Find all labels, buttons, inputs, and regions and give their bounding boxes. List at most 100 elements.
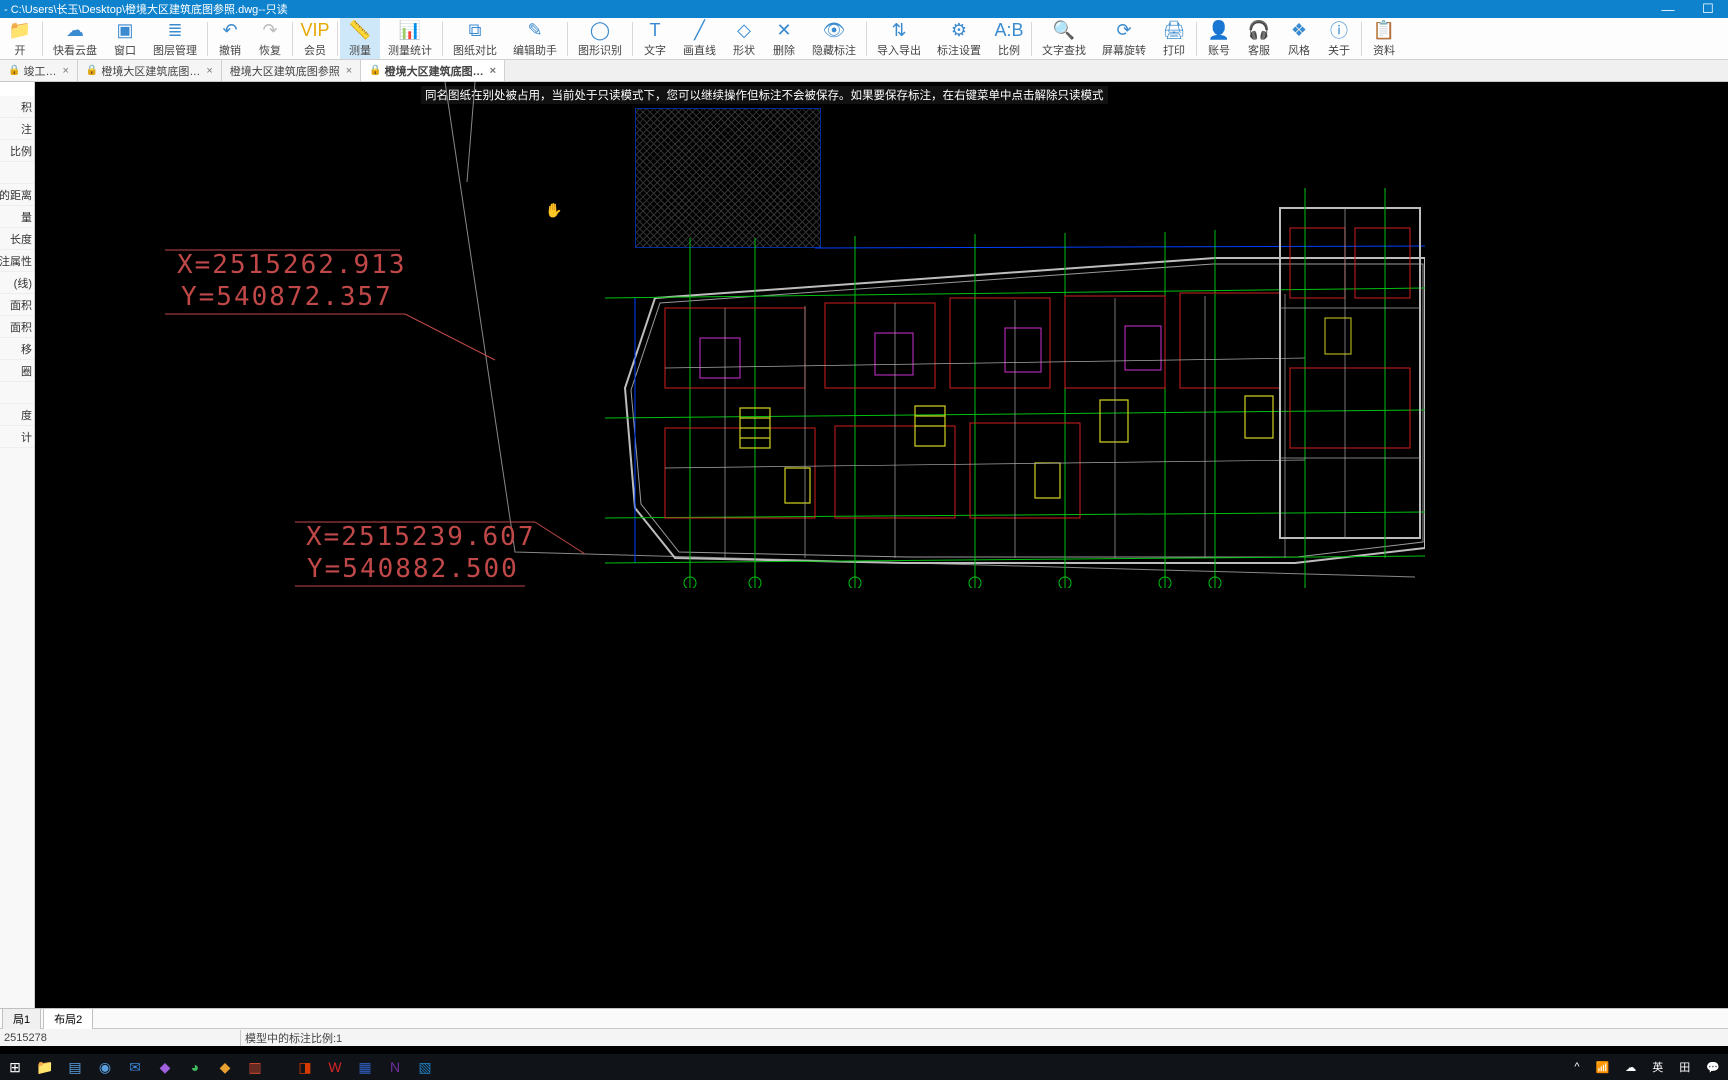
tool-label: 测量 xyxy=(349,42,371,58)
tb-onenote-icon[interactable]: ◆ xyxy=(150,1054,180,1080)
side-tool-1[interactable]: 注 xyxy=(0,118,34,140)
side-tool-14[interactable]: 度 xyxy=(0,404,34,426)
tool-undo[interactable]: ↶撤销 xyxy=(210,18,250,59)
tool-text[interactable]: T文字 xyxy=(635,18,675,59)
doc-tab-2[interactable]: 橙境大区建筑底图参照× xyxy=(222,60,361,81)
side-tool-15[interactable]: 计 xyxy=(0,426,34,448)
hide-annot-icon: 👁 xyxy=(823,19,845,41)
tb-wps-icon[interactable]: W xyxy=(320,1054,350,1080)
compare-icon: ⧉ xyxy=(464,19,486,41)
tb-app6-icon[interactable]: ▧ xyxy=(410,1054,440,1080)
tool-line[interactable]: ╱画直线 xyxy=(675,18,724,59)
lock-icon: 🔒 xyxy=(8,65,20,76)
side-tool-13[interactable] xyxy=(0,382,34,404)
side-tool-8[interactable]: (线) xyxy=(0,272,34,294)
tool-print[interactable]: 🖨打印 xyxy=(1154,18,1194,59)
tool-window[interactable]: ▣窗口 xyxy=(105,18,145,59)
toolbar: 📁开☁快看云盘▣窗口≣图层管理↶撤销↷恢复VIP会员📏测量📊测量统计⧉图纸对比✎… xyxy=(0,18,1728,60)
tool-label: 标注设置 xyxy=(937,42,981,58)
tool-material[interactable]: 📋资料 xyxy=(1364,18,1404,59)
side-tool-6[interactable]: 长度 xyxy=(0,228,34,250)
title-bar: - C:\Users\长玉\Desktop\橙境大区建筑底图参照.dwg--只读… xyxy=(0,0,1728,18)
tool-hide-annot[interactable]: 👁隐藏标注 xyxy=(804,18,864,59)
tray-wifi-icon[interactable]: 📶 xyxy=(1588,1061,1618,1074)
tool-screen-rotate[interactable]: ⟳屏幕旋转 xyxy=(1094,18,1154,59)
status-scale: 模型中的标注比例:1 xyxy=(240,1030,342,1046)
tb-app4-icon[interactable]: ▦ xyxy=(350,1054,380,1080)
tb-mail-icon[interactable]: ✉ xyxy=(120,1054,150,1080)
status-coordinate: 2515278 xyxy=(0,1032,240,1044)
tb-app1-icon[interactable]: ▤ xyxy=(60,1054,90,1080)
tray-grid[interactable]: 田 xyxy=(1671,1059,1698,1075)
tool-about[interactable]: ⓘ关于 xyxy=(1319,18,1359,59)
tool-delete[interactable]: ✕删除 xyxy=(764,18,804,59)
side-tool-3[interactable] xyxy=(0,162,34,184)
side-tool-12[interactable]: 圈 xyxy=(0,360,34,382)
tool-annot-settings[interactable]: ⚙标注设置 xyxy=(929,18,989,59)
side-tool-10[interactable]: 面积 xyxy=(0,316,34,338)
tool-cloud[interactable]: ☁快看云盘 xyxy=(45,18,105,59)
maximize-button[interactable]: ☐ xyxy=(1688,1,1728,17)
tray-up-icon[interactable]: ^ xyxy=(1566,1061,1587,1073)
tool-import-export[interactable]: ⇅导入导出 xyxy=(869,18,929,59)
close-icon[interactable]: × xyxy=(346,65,352,77)
tb-app3-icon[interactable]: ▥ xyxy=(240,1054,270,1080)
tool-label: 开 xyxy=(15,42,26,58)
side-tool-7[interactable]: 注属性 xyxy=(0,250,34,272)
tool-text-search[interactable]: 🔍文字查找 xyxy=(1034,18,1094,59)
tool-shape[interactable]: ◇形状 xyxy=(724,18,764,59)
close-icon[interactable]: × xyxy=(490,65,496,77)
status-bar: 2515278 模型中的标注比例:1 xyxy=(0,1028,1728,1046)
tool-style[interactable]: ❖风格 xyxy=(1279,18,1319,59)
minimize-button[interactable]: — xyxy=(1648,2,1688,17)
about-icon: ⓘ xyxy=(1328,19,1350,41)
tool-label: 恢复 xyxy=(259,42,281,58)
side-tool-5[interactable]: 量 xyxy=(0,206,34,228)
close-icon[interactable]: × xyxy=(206,65,212,77)
tool-label: 屏幕旋转 xyxy=(1102,42,1146,58)
tool-measure-stat[interactable]: 📊测量统计 xyxy=(380,18,440,59)
tb-app2-icon[interactable]: ◆ xyxy=(210,1054,240,1080)
tb-edge-icon[interactable]: ◉ xyxy=(90,1054,120,1080)
tool-redo[interactable]: ↷恢复 xyxy=(250,18,290,59)
side-tool-9[interactable]: 面积 xyxy=(0,294,34,316)
tray-notification-icon[interactable]: 💬 xyxy=(1698,1061,1728,1074)
tool-measure[interactable]: 📏测量 xyxy=(340,18,380,59)
side-tool-0[interactable]: 积 xyxy=(0,96,34,118)
tb-folder-icon[interactable]: 📁 xyxy=(30,1054,60,1080)
tb-app5-icon[interactable]: N xyxy=(380,1054,410,1080)
tb-wechat-icon[interactable]: ◕ xyxy=(180,1054,210,1080)
tray-cloud-icon[interactable]: ☁ xyxy=(1617,1061,1644,1074)
doc-tab-3[interactable]: 🔒橙境大区建筑底图…× xyxy=(361,60,505,81)
tb-office-icon[interactable]: ◨ xyxy=(290,1054,320,1080)
tool-label: 导入导出 xyxy=(877,42,921,58)
tool-label: 账号 xyxy=(1208,42,1230,58)
doc-tab-0[interactable]: 🔒竣工…× xyxy=(0,60,78,81)
cloud-icon: ☁ xyxy=(64,19,86,41)
close-icon[interactable]: × xyxy=(62,65,68,77)
tool-vip[interactable]: VIP会员 xyxy=(295,18,335,59)
layout-tab-2[interactable]: 布局2 xyxy=(43,1008,93,1029)
tool-shape-detect[interactable]: ◯图形识别 xyxy=(570,18,630,59)
taskbar[interactable]: ⊞ 📁 ▤ ◉ ✉ ◆ ◕ ◆ ▥ ◨ W ▦ N ▧ ^ 📶 ☁ 英 田 💬 xyxy=(0,1054,1728,1080)
start-button[interactable]: ⊞ xyxy=(0,1054,30,1080)
tool-support[interactable]: 🎧客服 xyxy=(1239,18,1279,59)
tool-layer[interactable]: ≣图层管理 xyxy=(145,18,205,59)
tray-ime[interactable]: 英 xyxy=(1644,1059,1671,1075)
side-tool-11[interactable]: 移 xyxy=(0,338,34,360)
tool-label: 快看云盘 xyxy=(53,42,97,58)
tool-scale[interactable]: A:B比例 xyxy=(989,18,1029,59)
tool-label: 比例 xyxy=(998,42,1020,58)
side-tool-4[interactable]: 的距离 xyxy=(0,184,34,206)
tool-compare[interactable]: ⧉图纸对比 xyxy=(445,18,505,59)
measure-icon: 📏 xyxy=(349,19,371,41)
print-icon: 🖨 xyxy=(1163,19,1185,41)
tool-label: 图纸对比 xyxy=(453,42,497,58)
doc-tab-1[interactable]: 🔒橙境大区建筑底图…× xyxy=(78,60,222,81)
drawing-canvas[interactable]: 同名图纸在别处被占用，当前处于只读模式下，您可以继续操作但标注不会被保存。如果要… xyxy=(35,82,1728,1008)
tool-account[interactable]: 👤账号 xyxy=(1199,18,1239,59)
layout-tab-1[interactable]: 局1 xyxy=(2,1008,41,1029)
tool-open[interactable]: 📁开 xyxy=(0,18,40,59)
tool-edit-helper[interactable]: ✎编辑助手 xyxy=(505,18,565,59)
side-tool-2[interactable]: 比例 xyxy=(0,140,34,162)
